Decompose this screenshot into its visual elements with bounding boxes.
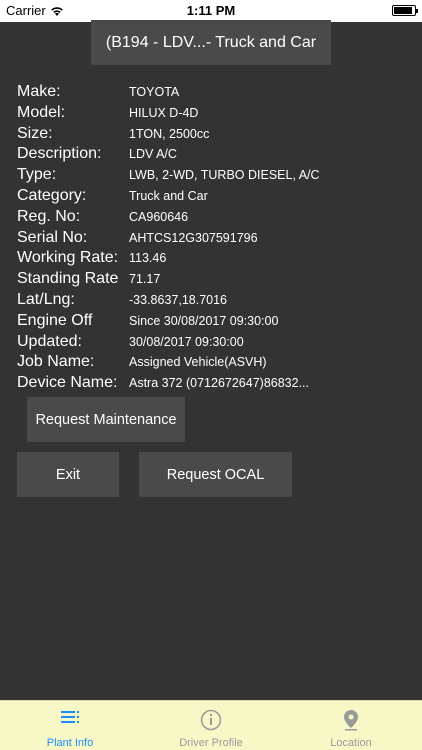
battery-icon bbox=[392, 5, 418, 16]
tab-driver-profile[interactable]: Driver Profile bbox=[141, 701, 281, 750]
detail-row-make: Make: TOYOTA bbox=[17, 83, 417, 104]
detail-row-size: Size: 1TON, 2500cc bbox=[17, 125, 417, 146]
detail-row-job-name: Job Name: Assigned Vehicle(ASVH) bbox=[17, 353, 417, 374]
info-icon bbox=[200, 709, 222, 736]
detail-value: Astra 372 (0712672647)86832... bbox=[129, 376, 309, 391]
tab-label: Plant Info bbox=[46, 737, 94, 749]
detail-label: Working Rate: bbox=[17, 249, 119, 267]
detail-value: LWB, 2-WD, TURBO DIESEL, A/C bbox=[129, 168, 320, 183]
detail-row-lat-lng: Lat/Lng: -33.8637,18.7016 bbox=[17, 291, 417, 312]
detail-row-reg-no: Reg. No: CA960646 bbox=[17, 208, 417, 229]
detail-label: Serial No: bbox=[17, 228, 88, 246]
detail-label: Reg. No: bbox=[17, 207, 81, 225]
request-maintenance-button[interactable]: Request Maintenance bbox=[27, 397, 185, 442]
detail-value: HILUX D-4D bbox=[129, 105, 199, 120]
plant-details: Make: TOYOTA Model: HILUX D-4D Size: 1TO… bbox=[17, 83, 417, 395]
detail-row-model: Model: HILUX D-4D bbox=[17, 104, 417, 125]
detail-row-category: Category: Truck and Car bbox=[17, 187, 417, 208]
detail-row-description: Description: LDV A/C bbox=[17, 145, 417, 166]
detail-value: Since 30/08/2017 09:30:00 bbox=[129, 313, 279, 328]
detail-value: TOYOTA bbox=[129, 85, 180, 99]
detail-row-type: Type: LWB, 2-WD, TURBO DIESEL, A/C bbox=[17, 166, 417, 187]
detail-label: Engine Off bbox=[17, 311, 93, 329]
detail-label: Category: bbox=[17, 186, 87, 204]
plant-info-screen: Carrier 1:11 PM (B194 - LDV...- Truck an… bbox=[0, 0, 422, 750]
detail-value: -33.8637,18.7016 bbox=[129, 292, 228, 307]
detail-value: Assigned Vehicle(ASVH) bbox=[129, 355, 267, 370]
detail-value: LDV A/C bbox=[129, 147, 177, 162]
detail-value: 113.46 bbox=[129, 251, 167, 266]
detail-label: Size: bbox=[17, 124, 53, 142]
detail-label: Standing Rate bbox=[17, 270, 119, 288]
detail-row-engine-off: Engine Off Since 30/08/2017 09:30:00 bbox=[17, 312, 417, 333]
detail-value: Truck and Car bbox=[129, 188, 208, 203]
detail-label: Make: bbox=[17, 83, 61, 100]
exit-button[interactable]: Exit bbox=[17, 452, 119, 497]
detail-row-serial-no: Serial No: AHTCS12G307591796 bbox=[17, 229, 417, 250]
list-icon bbox=[59, 709, 81, 730]
detail-value: 1TON, 2500cc bbox=[129, 126, 210, 141]
tab-bar: Plant Info Driver Profile Location bbox=[0, 700, 422, 750]
detail-label: Job Name: bbox=[17, 353, 95, 371]
detail-row-standing-rate: Standing Rate 71.17 bbox=[17, 270, 417, 291]
detail-value: AHTCS12G307591796 bbox=[129, 230, 258, 245]
detail-row-device-name: Device Name: Astra 372 (0712672647)86832… bbox=[17, 374, 417, 395]
status-bar: Carrier 1:11 PM bbox=[0, 0, 422, 22]
detail-label: Model: bbox=[17, 103, 66, 121]
plant-title-button[interactable]: (B194 - LDV...- Truck and Car bbox=[91, 20, 331, 65]
detail-value: CA960646 bbox=[129, 209, 189, 224]
detail-value: 30/08/2017 09:30:00 bbox=[129, 334, 244, 349]
tab-location[interactable]: Location bbox=[281, 701, 421, 750]
detail-value: 71.17 bbox=[129, 272, 161, 287]
tab-plant-info[interactable]: Plant Info bbox=[0, 701, 140, 750]
detail-label: Device Name: bbox=[17, 374, 118, 392]
request-ocal-button[interactable]: Request OCAL bbox=[139, 452, 292, 497]
detail-row-working-rate: Working Rate: 113.46 bbox=[17, 249, 417, 270]
status-time: 1:11 PM bbox=[186, 3, 236, 18]
detail-label: Lat/Lng: bbox=[17, 290, 75, 308]
detail-label: Description: bbox=[17, 145, 102, 163]
detail-row-updated: Updated: 30/08/2017 09:30:00 bbox=[17, 333, 417, 354]
detail-label: Type: bbox=[17, 166, 57, 184]
tab-label: Location bbox=[330, 737, 372, 749]
detail-label: Updated: bbox=[17, 332, 82, 350]
location-pin-icon bbox=[342, 709, 360, 736]
tab-label: Driver Profile bbox=[179, 737, 243, 749]
